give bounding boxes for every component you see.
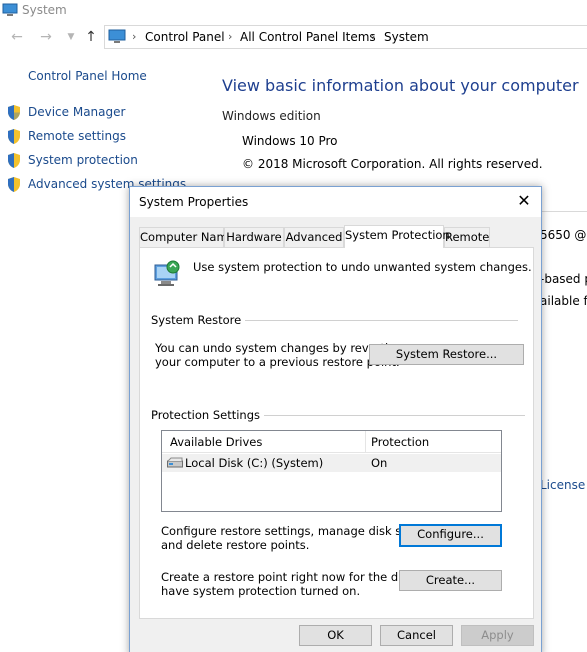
close-icon[interactable]: ✕ [515,192,533,210]
computer-icon [108,29,126,47]
arrow-up-icon[interactable]: ↑ [82,28,100,46]
column-header-available-drives[interactable]: Available Drives [170,435,262,449]
shield-icon [6,128,22,148]
window-titlebar: System [0,0,587,22]
system-protection-icon [153,259,183,292]
create-description: have system protection turned on. [161,584,361,598]
pen-touch-text-fragment: ailable fo [540,294,587,308]
dialog-title: System Properties [139,195,249,209]
drive-name-cell: Local Disk (C:) (System) [185,456,324,470]
sidebar-item-label: Device Manager [28,105,126,119]
system-restore-button[interactable]: System Restore... [369,344,524,365]
column-header-protection[interactable]: Protection [371,435,429,449]
configure-description: and delete restore points. [161,538,310,552]
configure-button[interactable]: Configure... [399,524,502,547]
arrow-left-icon[interactable]: ← [8,28,26,46]
protection-status-cell: On [371,456,388,470]
configure-description: Configure restore settings, manage disk … [161,524,433,538]
section-divider [540,211,587,212]
system-restore-description: You can undo system changes by reverting [155,341,403,355]
copyright-text: © 2018 Microsoft Corporation. All rights… [242,157,543,171]
shield-icon [6,104,22,124]
system-protection-panel: Use system protection to undo unwanted s… [139,247,534,619]
tab-computer-name[interactable]: Computer Name [139,227,235,247]
breadcrumb-all-items[interactable]: All Control Panel Items [240,30,376,44]
windows-edition-value: Windows 10 Pro [242,134,338,148]
breadcrumb-control-panel[interactable]: Control Panel [145,30,225,44]
breadcrumb-system[interactable]: System [384,30,429,44]
navigation-bar: ← → ▼ ↑ › Control Panel › All Control Pa… [0,24,587,50]
cancel-button[interactable]: Cancel [380,625,453,646]
sidebar-item-label: System protection [28,153,138,167]
breadcrumb-separator-icon: › [132,30,137,43]
breadcrumb-separator-icon: › [228,30,233,43]
window-title: System [22,3,67,17]
control-panel-home-link[interactable]: Control Panel Home [28,69,147,83]
windows-edition-heading: Windows edition [222,109,321,123]
system-properties-dialog: System Properties ✕ Computer Name Hardwa… [129,186,542,652]
processor-text-fragment: 5650 @ [540,228,587,242]
intro-text: Use system protection to undo unwanted s… [193,260,532,274]
create-button[interactable]: Create... [399,570,502,591]
shield-icon [6,176,22,196]
sidebar-item-label: Remote settings [28,129,126,143]
table-row[interactable]: Local Disk (C:) (System) On [162,454,501,472]
tab-system-protection[interactable]: System Protection [344,225,450,248]
apply-button[interactable]: Apply [461,625,534,646]
breadcrumb-separator-icon: › [371,30,376,43]
tab-remote[interactable]: Remote [444,227,490,247]
chevron-down-icon[interactable]: ▼ [62,28,80,46]
list-header: Available Drives Protection [162,431,501,453]
computer-icon [2,3,18,20]
available-drives-list[interactable]: Available Drives Protection Local Disk (… [161,430,502,512]
arrow-right-icon[interactable]: → [37,28,55,46]
page-title: View basic information about your comput… [222,76,579,95]
system-restore-group-label: System Restore [151,313,246,327]
tab-advanced[interactable]: Advanced [284,227,344,247]
address-bar[interactable]: › Control Panel › All Control Panel Item… [104,25,587,49]
shield-icon [6,152,22,172]
hard-drive-icon [167,457,183,471]
system-type-text-fragment: -based p [540,272,587,286]
column-divider[interactable] [365,431,366,453]
system-restore-description: your computer to a previous restore poin… [155,355,400,369]
license-terms-link-fragment[interactable]: License T [540,478,587,492]
tab-hardware[interactable]: Hardware [224,227,284,247]
ok-button[interactable]: OK [299,625,372,646]
dialog-titlebar: System Properties ✕ [130,187,541,217]
protection-settings-group-label: Protection Settings [151,408,265,422]
